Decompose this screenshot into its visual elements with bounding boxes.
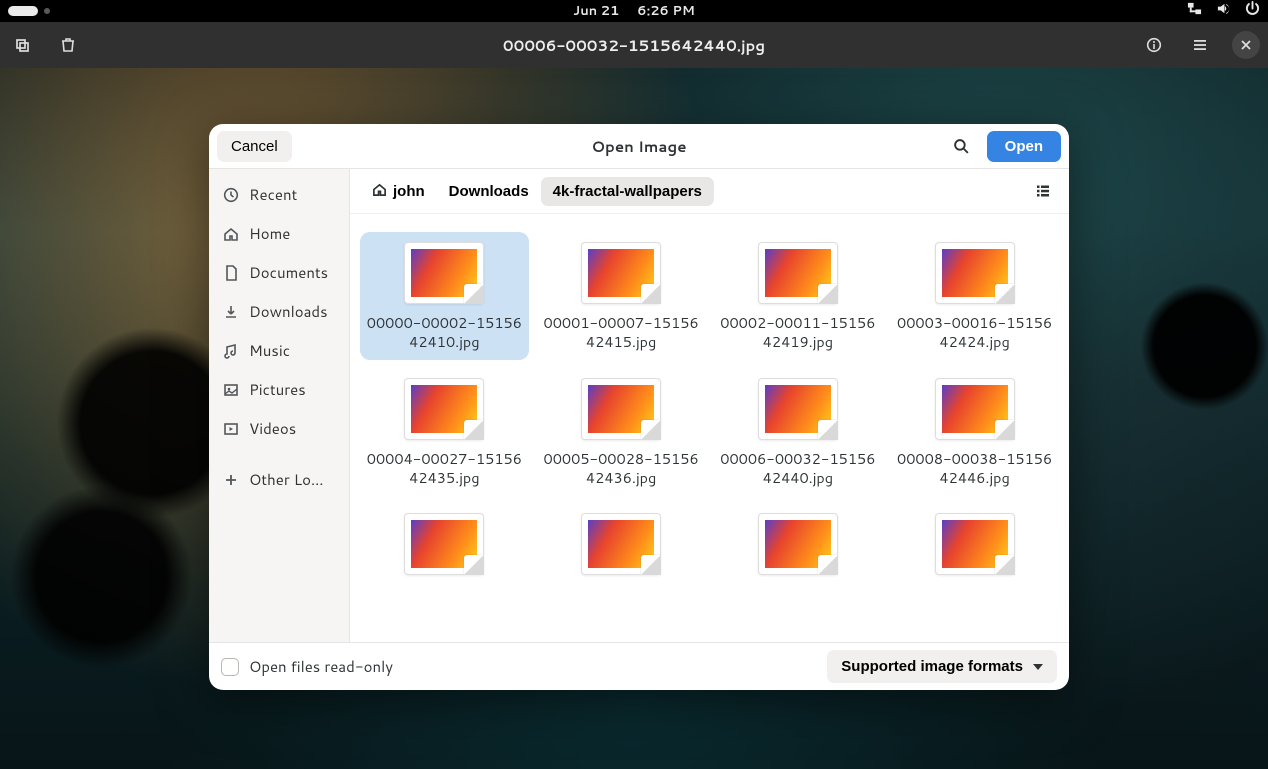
file-item[interactable]: 00006-00032-1515642440.jpg [714, 368, 883, 496]
document-icon [223, 265, 239, 281]
sidebar-item-label: Videos [249, 418, 296, 439]
file-name: 00005-00028-1515642436.jpg [543, 450, 700, 488]
activities-pill-icon [8, 6, 38, 16]
image-thumbnail [404, 242, 484, 304]
plus-icon [223, 472, 239, 488]
file-name: 00000-00002-1515642410.jpg [366, 314, 523, 352]
file-name: 00008-00038-1515642446.jpg [896, 450, 1053, 488]
breadcrumb-home[interactable]: john [360, 176, 437, 207]
home-icon [223, 226, 239, 242]
app-header-bar: 00006-00032-1515642440.jpg [0, 22, 1268, 68]
sidebar-item-label: Recent [249, 184, 297, 205]
image-thumbnail [758, 378, 838, 440]
file-item[interactable]: 00008-00038-1515642446.jpg [890, 368, 1059, 496]
file-name: 00006-00032-1515642440.jpg [720, 450, 877, 488]
copy-button[interactable] [8, 31, 36, 59]
trash-button[interactable] [54, 31, 82, 59]
file-item[interactable]: 00000-00002-1515642410.jpg [360, 232, 529, 360]
image-thumbnail [935, 242, 1015, 304]
open-image-dialog: Cancel Open Image Open Recent Home Docum… [209, 124, 1069, 690]
dialog-footer: Open files read-only Supported image for… [209, 642, 1069, 690]
image-thumbnail [758, 242, 838, 304]
power-icon[interactable] [1245, 1, 1260, 21]
breadcrumb-label: Downloads [449, 183, 529, 200]
image-thumbnail [581, 378, 661, 440]
file-type-filter[interactable]: Supported image formats [827, 650, 1057, 683]
app-title: 00006-00032-1515642440.jpg [503, 35, 765, 56]
file-grid[interactable]: 00000-00002-1515642410.jpg 00001-00007-15… [350, 214, 1069, 642]
sidebar-item-label: Other Lo… [249, 469, 324, 490]
breadcrumb-current[interactable]: 4k-fractal-wallpapers [541, 177, 714, 206]
pictures-icon [223, 382, 239, 398]
topbar-time[interactable]: 6:26 PM [637, 2, 695, 20]
info-button[interactable] [1140, 31, 1168, 59]
sidebar-item-label: Home [249, 223, 290, 244]
image-thumbnail [581, 242, 661, 304]
file-item[interactable]: 00003-00016-1515642424.jpg [890, 232, 1059, 360]
readonly-checkbox[interactable] [221, 658, 239, 676]
chevron-down-icon [1033, 664, 1043, 670]
file-item[interactable] [714, 503, 883, 593]
sidebar-item-home[interactable]: Home [209, 214, 349, 253]
file-name: 00001-00007-1515642415.jpg [543, 314, 700, 352]
readonly-label: Open files read-only [249, 656, 393, 677]
search-button[interactable] [945, 129, 979, 163]
sidebar-item-other-locations[interactable]: Other Lo… [209, 460, 349, 499]
view-list-toggle[interactable] [1027, 175, 1059, 207]
sidebar-item-documents[interactable]: Documents [209, 253, 349, 292]
videos-icon [223, 421, 239, 437]
file-item[interactable] [537, 503, 706, 593]
volume-icon[interactable] [1216, 1, 1231, 21]
sidebar-item-pictures[interactable]: Pictures [209, 370, 349, 409]
activities-button[interactable] [8, 6, 50, 16]
dialog-header: Cancel Open Image Open [209, 124, 1069, 169]
activities-dot-icon [44, 8, 50, 14]
sidebar-item-videos[interactable]: Videos [209, 409, 349, 448]
breadcrumb-bar: john Downloads 4k-fractal-wallpapers [350, 169, 1069, 214]
sidebar-item-music[interactable]: Music [209, 331, 349, 370]
close-window-button[interactable] [1232, 31, 1260, 59]
places-sidebar: Recent Home Documents Downloads Music Pi… [209, 169, 350, 642]
breadcrumb-downloads[interactable]: Downloads [437, 177, 541, 206]
home-icon [372, 182, 387, 201]
image-thumbnail [581, 513, 661, 575]
clock-icon [223, 187, 239, 203]
hamburger-menu-button[interactable] [1186, 31, 1214, 59]
image-thumbnail [758, 513, 838, 575]
file-name: 00003-00016-1515642424.jpg [896, 314, 1053, 352]
dialog-title: Open Image [591, 136, 686, 157]
image-thumbnail [404, 513, 484, 575]
file-item[interactable]: 00001-00007-1515642415.jpg [537, 232, 706, 360]
file-item[interactable]: 00005-00028-1515642436.jpg [537, 368, 706, 496]
system-top-bar: Jun 21 6:26 PM [0, 0, 1268, 22]
open-button[interactable]: Open [987, 131, 1061, 162]
breadcrumb-label: john [393, 183, 425, 200]
sidebar-item-downloads[interactable]: Downloads [209, 292, 349, 331]
sidebar-item-label: Downloads [249, 301, 328, 322]
network-icon[interactable] [1187, 1, 1202, 21]
music-icon [223, 343, 239, 359]
file-name: 00004-00027-1515642435.jpg [366, 450, 523, 488]
file-item[interactable]: 00002-00011-1515642419.jpg [714, 232, 883, 360]
cancel-button[interactable]: Cancel [217, 131, 292, 162]
sidebar-item-recent[interactable]: Recent [209, 175, 349, 214]
file-item[interactable] [360, 503, 529, 593]
image-thumbnail [935, 378, 1015, 440]
topbar-date[interactable]: Jun 21 [573, 2, 619, 20]
breadcrumb-label: 4k-fractal-wallpapers [553, 183, 702, 200]
download-icon [223, 304, 239, 320]
image-thumbnail [404, 378, 484, 440]
filter-label: Supported image formats [841, 658, 1023, 675]
file-name: 00002-00011-1515642419.jpg [720, 314, 877, 352]
sidebar-item-label: Pictures [249, 379, 306, 400]
file-item[interactable]: 00004-00027-1515642435.jpg [360, 368, 529, 496]
sidebar-item-label: Documents [249, 262, 328, 283]
sidebar-item-label: Music [249, 340, 290, 361]
image-thumbnail [935, 513, 1015, 575]
file-item[interactable] [890, 503, 1059, 593]
